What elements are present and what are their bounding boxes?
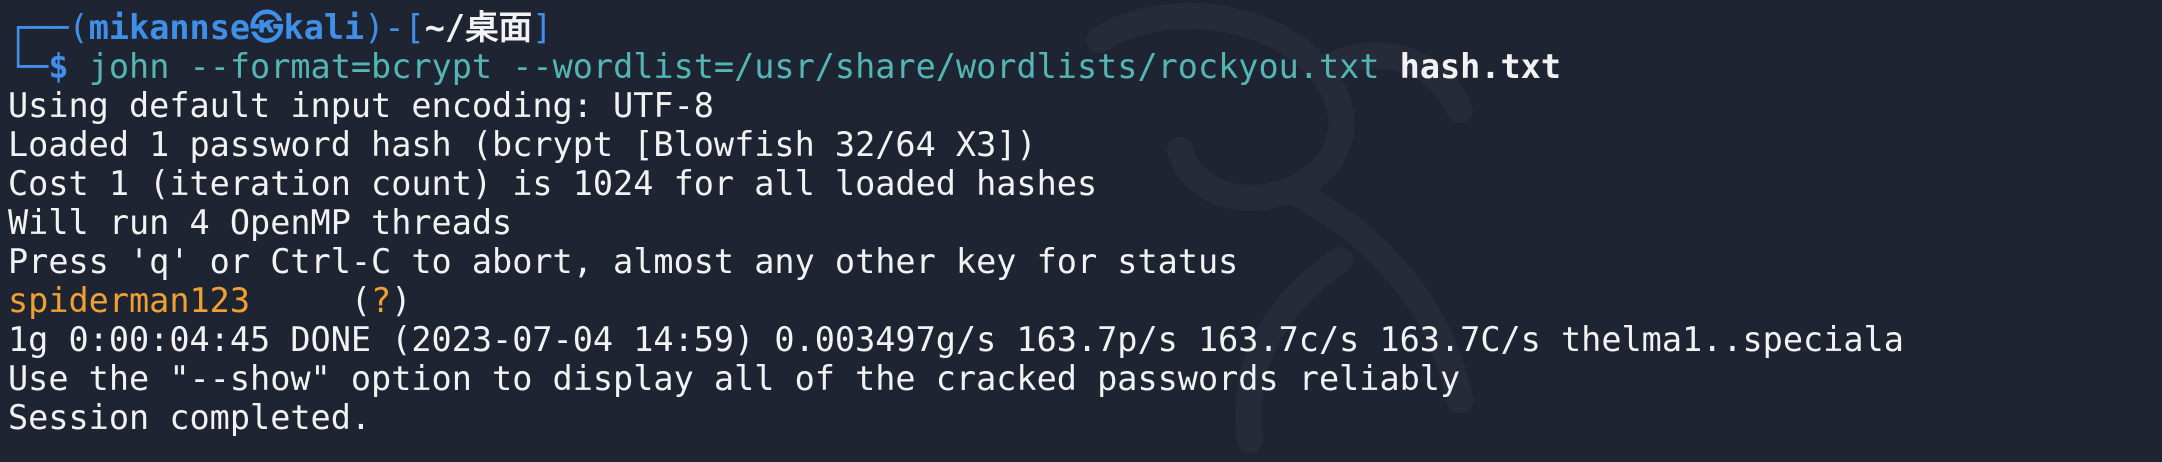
cracked-gap (250, 281, 351, 320)
prompt-line-2: └─$ john --format=bcrypt --wordlist=/usr… (8, 47, 2162, 86)
prompt-box-bottom: └─ (8, 47, 49, 86)
prompt-box-top: ┌──( (8, 8, 89, 47)
cracked-password-line: spiderman123 (?) (8, 281, 2162, 320)
prompt-dollar: $ (48, 47, 69, 86)
terminal-window[interactable]: ┌──(mikannse㉿kali)-[~/桌面] └─$ john --for… (0, 0, 2162, 462)
prompt-host: kali (283, 8, 365, 47)
cracked-password: spiderman123 (8, 281, 251, 320)
output-line: Use the "--show" option to display all o… (8, 359, 1461, 398)
prompt-bracket-close: ] (532, 8, 553, 47)
output-line: Session completed. (8, 398, 372, 437)
command-text: john --format=bcrypt --wordlist=/usr/sha… (88, 47, 1380, 86)
cracked-user-open: ( (350, 281, 372, 320)
cracked-user-close: ) (391, 281, 412, 320)
output-line: Using default input encoding: UTF-8 (8, 86, 714, 125)
output-line: Loaded 1 password hash (bcrypt [Blowfish… (8, 125, 1037, 164)
prompt-bracket-mid: )-[ (364, 8, 425, 47)
prompt-at-symbol: ㉿ (250, 8, 284, 47)
output-line: Press 'q' or Ctrl-C to abort, almost any… (8, 242, 1239, 281)
cracked-user: ? (371, 281, 392, 320)
prompt-line-1: ┌──(mikannse㉿kali)-[~/桌面] (8, 8, 2162, 47)
prompt-user: mikannse (88, 8, 251, 47)
command-argument: hash.txt (1399, 47, 1562, 86)
output-line: 1g 0:00:04:45 DONE (2023-07-04 14:59) 0.… (8, 320, 1904, 359)
output-line: Cost 1 (iteration count) is 1024 for all… (8, 164, 1098, 203)
prompt-path: ~/桌面 (424, 8, 533, 47)
output-line: Will run 4 OpenMP threads (8, 203, 513, 242)
